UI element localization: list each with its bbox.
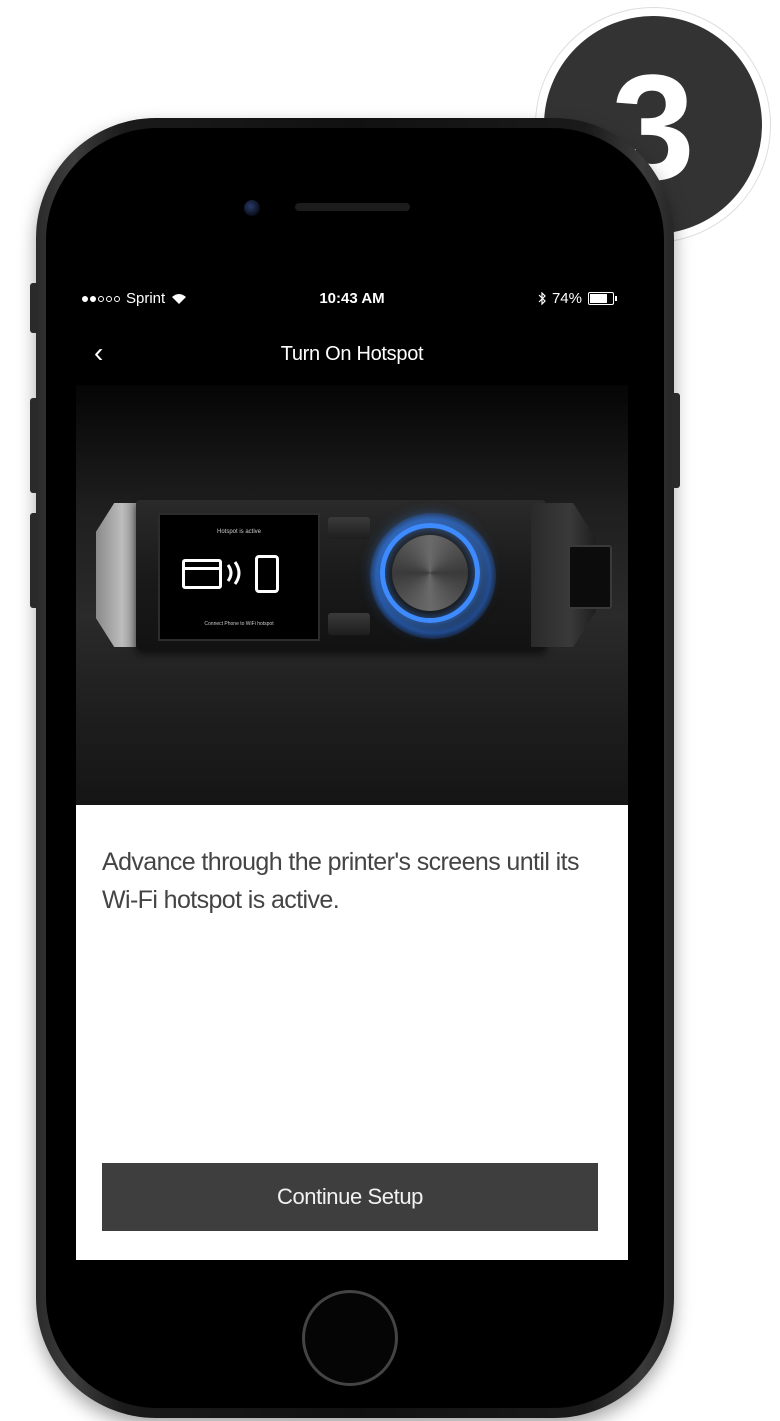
navigation-bar: ‹ Turn On Hotspot — [76, 330, 628, 380]
page-title: Turn On Hotspot — [280, 343, 424, 365]
content-area: Advance through the printer's screens un… — [76, 805, 628, 1260]
printer-usb-slot — [568, 545, 612, 609]
home-button[interactable] — [302, 1290, 398, 1386]
instruction-text: Advance through the printer's screens un… — [102, 848, 579, 914]
battery-icon — [588, 292, 617, 305]
status-bar: Sprint 10:43 AM 74% — [76, 287, 628, 311]
printer-button-bottom — [328, 613, 370, 635]
volume-down-button — [30, 513, 38, 608]
front-camera — [244, 200, 260, 216]
printer-display-footer: Connect Phone to WiFi hotspot — [204, 621, 274, 627]
volume-up-button — [30, 398, 38, 493]
power-button — [672, 393, 680, 488]
printer-dial-knob — [392, 535, 468, 611]
phone-screen: Sprint 10:43 AM 74% ‹ Turn On Hotspot Ho… — [76, 275, 628, 1260]
phone-icon — [255, 555, 279, 593]
printer-illustration: Hotspot is active Connect Phone to WiFi … — [76, 385, 628, 805]
mute-switch — [30, 283, 38, 333]
bluetooth-icon — [538, 292, 546, 305]
printer-button-top — [328, 517, 370, 539]
status-right: 74% — [538, 290, 617, 307]
printer-display-title: Hotspot is active — [216, 529, 262, 535]
printer-icon — [182, 559, 222, 589]
printer-display: Hotspot is active Connect Phone to WiFi … — [158, 513, 320, 641]
battery-percent: 74% — [551, 290, 582, 307]
continue-setup-button[interactable]: Continue Setup — [102, 1163, 598, 1231]
wireless-waves-icon — [226, 561, 241, 585]
earpiece-speaker — [295, 203, 410, 211]
